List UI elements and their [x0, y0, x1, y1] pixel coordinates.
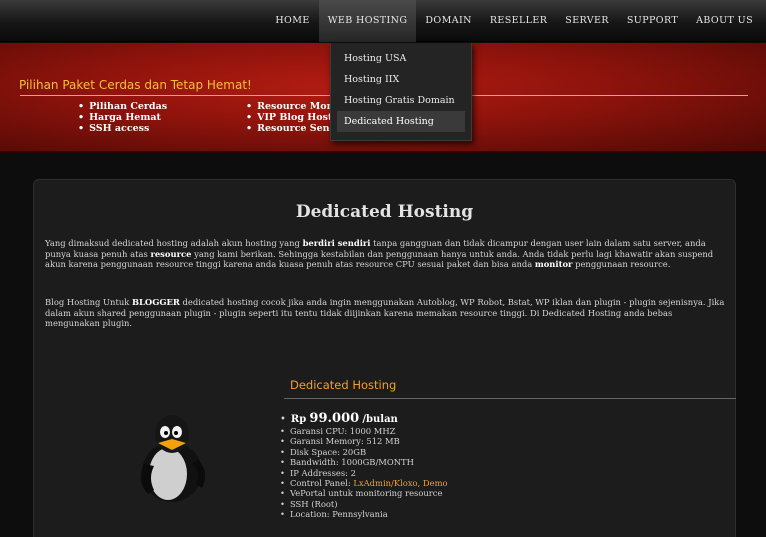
plan-features: Rp 99.000 /bulan Garansi CPU: 1000 MHZ G… [280, 412, 448, 520]
nav-domain[interactable]: DOMAIN [416, 0, 480, 42]
dropdown-item-hosting-gratis-domain[interactable]: Hosting Gratis Domain [331, 90, 471, 111]
banner-feature: Resource Monitor [246, 101, 330, 112]
plan-price: Rp 99.000 /bulan [280, 412, 448, 426]
top-navbar: HOME WEB HOSTING DOMAIN RESELLER SERVER … [0, 0, 766, 42]
plan-feature: Bandwidth: 1000GB/MONTH [280, 457, 448, 467]
plan-feature: IP Addresses: 2 [280, 468, 448, 478]
nav-home[interactable]: HOME [266, 0, 318, 42]
intro-paragraph: Yang dimaksud dedicated hosting adalah a… [45, 238, 714, 270]
banner-features-left: Pilihan Cerdas Harga Hemat SSH access [78, 101, 167, 134]
penguin-mascot-image [140, 415, 206, 502]
dropdown-item-hosting-usa[interactable]: Hosting USA [331, 48, 471, 69]
nav-support[interactable]: SUPPORT [618, 0, 687, 42]
banner-features-right: Resource Monitor VIP Blog Hosting Resour… [246, 101, 330, 134]
nav-reseller[interactable]: RESELLER [481, 0, 556, 42]
main-nav: HOME WEB HOSTING DOMAIN RESELLER SERVER … [266, 0, 762, 42]
banner-feature: Pilihan Cerdas [78, 101, 167, 112]
plan-title: Dedicated Hosting [290, 378, 397, 392]
nav-web-hosting[interactable]: WEB HOSTING [318, 0, 417, 42]
blogger-paragraph: Blog Hosting Untuk BLOGGER dedicated hos… [45, 297, 725, 329]
nav-about-us[interactable]: ABOUT US [687, 0, 762, 42]
banner-feature: Harga Hemat [78, 112, 167, 123]
plan-feature: Garansi Memory: 512 MB [280, 436, 448, 446]
web-hosting-dropdown: Hosting USA Hosting IIX Hosting Gratis D… [330, 43, 472, 141]
plan-feature-control-panel: Control Panel: LxAdmin/Kloxo, Demo [280, 478, 448, 488]
plan-feature: Location: Pennsylvania [280, 509, 448, 519]
content-panel: Dedicated Hosting Yang dimaksud dedicate… [33, 179, 736, 537]
banner-feature: Resource Sendiri [246, 123, 330, 134]
plan-divider [284, 398, 736, 399]
plan-feature: Disk Space: 20GB [280, 447, 448, 457]
plan-feature: Garansi CPU: 1000 MHZ [280, 426, 448, 436]
banner-title: Pilihan Paket Cerdas dan Tetap Hemat! [19, 78, 252, 92]
nav-server[interactable]: SERVER [556, 0, 618, 42]
control-panel-demo-link[interactable]: LxAdmin/Kloxo, Demo [353, 478, 447, 488]
page-title: Dedicated Hosting [295, 202, 474, 222]
dropdown-item-dedicated-hosting[interactable]: Dedicated Hosting [337, 111, 465, 132]
banner-feature: VIP Blog Hosting [246, 112, 330, 123]
plan-feature: SSH (Root) [280, 499, 448, 509]
banner-feature: SSH access [78, 123, 167, 134]
plan-feature: VePortal untuk monitoring resource [280, 488, 448, 498]
dropdown-item-hosting-iix[interactable]: Hosting IIX [331, 69, 471, 90]
